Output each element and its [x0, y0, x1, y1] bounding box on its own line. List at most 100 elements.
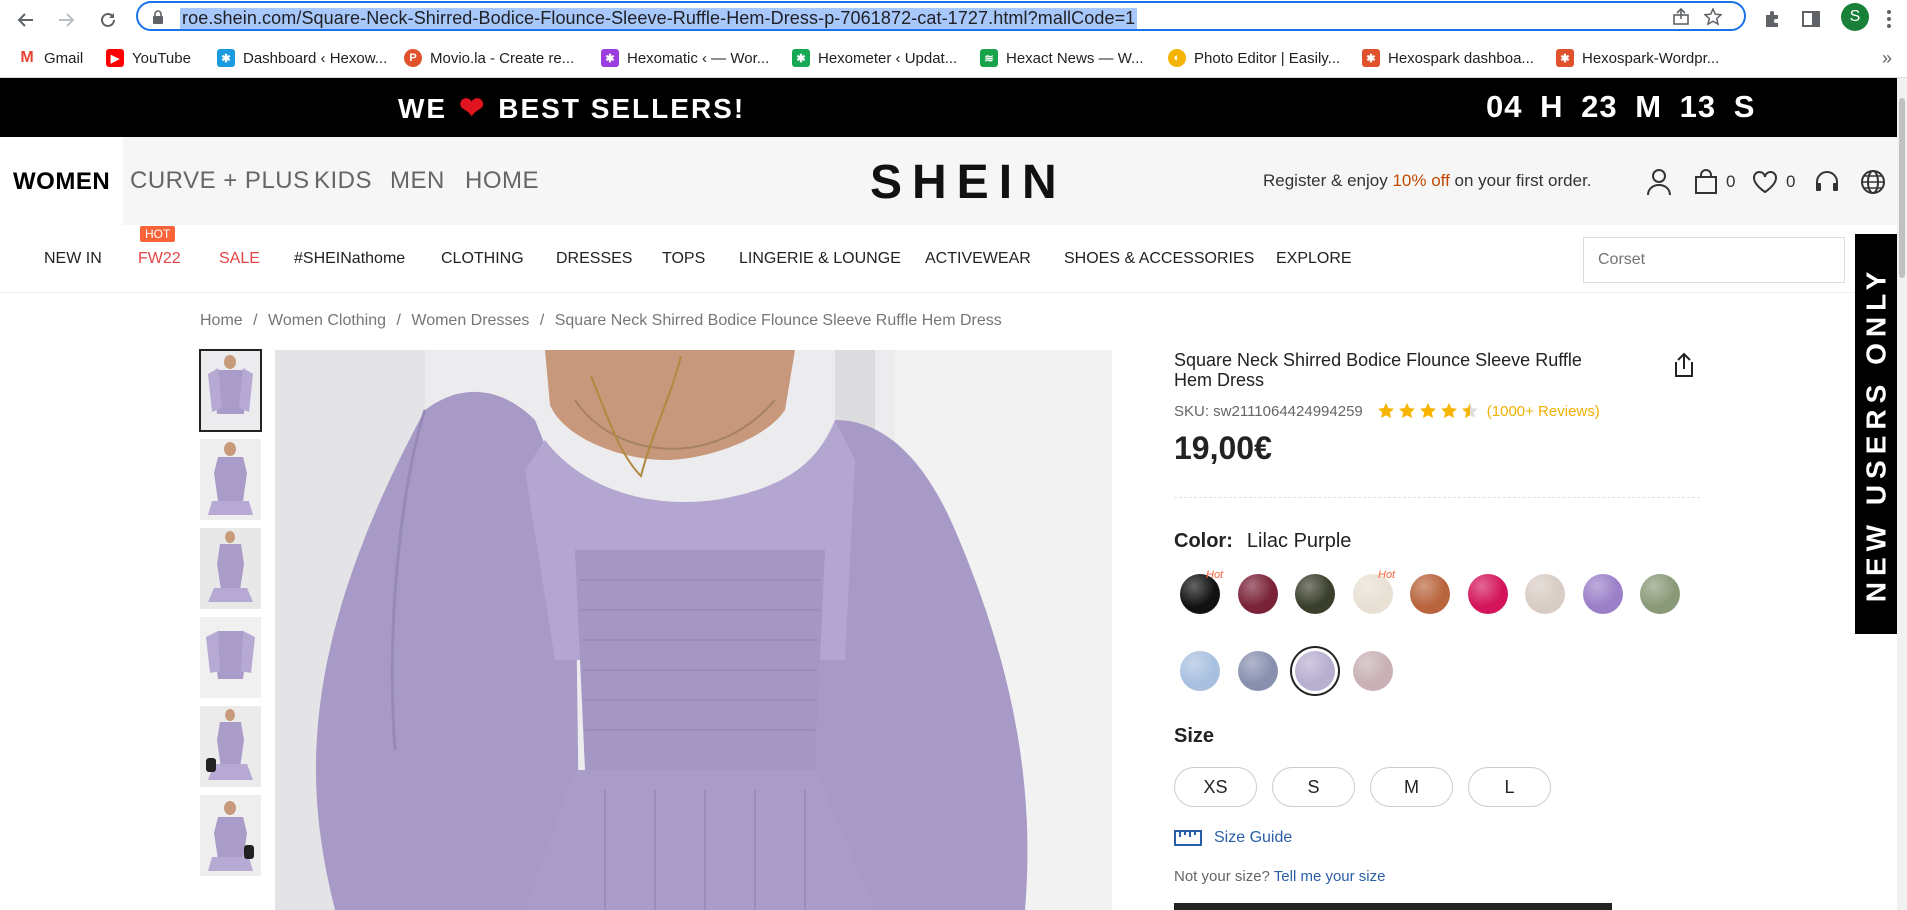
category-curve-plus[interactable]: CURVE + PLUS [130, 167, 310, 195]
thumbnail-4[interactable] [200, 617, 261, 698]
headset-icon[interactable] [1814, 167, 1840, 197]
page-scrollbar[interactable] [1897, 78, 1907, 910]
bookmark-hexomatic[interactable]: ✱ Hexomatic ‹ — Wor... [601, 46, 769, 70]
register-pre: Register & enjoy [1263, 171, 1393, 190]
color-swatch[interactable] [1180, 651, 1220, 691]
crumb-home[interactable]: Home [200, 312, 243, 329]
nav-sale[interactable]: SALE [219, 250, 260, 268]
nav-clothing[interactable]: CLOTHING [441, 250, 524, 268]
nav-tops[interactable]: TOPS [662, 250, 705, 268]
add-to-bag-button[interactable] [1174, 903, 1612, 910]
bookmark-youtube[interactable]: ▶ YouTube [106, 46, 191, 70]
bookmark-movio[interactable]: P Movio.la - Create re... [404, 46, 574, 70]
crumb-separator: / [396, 312, 401, 329]
crumb-women-clothing[interactable]: Women Clothing [268, 312, 386, 329]
size-s-button[interactable]: S [1272, 767, 1355, 807]
forward-icon[interactable] [52, 6, 80, 34]
size-m-button[interactable]: M [1370, 767, 1453, 807]
nav-dresses[interactable]: DRESSES [556, 250, 632, 268]
nav-shoes-accessories[interactable]: SHOES & ACCESSORIES [1064, 250, 1254, 268]
share-icon[interactable] [1672, 352, 1696, 378]
color-swatch[interactable] [1237, 574, 1278, 614]
bookmark-hexact[interactable]: ≋ Hexact News — W... [980, 46, 1144, 70]
product-title: Square Neck Shirred Bodice Flounce Sleev… [1174, 350, 1582, 390]
shein-logo[interactable]: SHEIN [870, 155, 1067, 210]
crumb-women-dresses[interactable]: Women Dresses [411, 312, 529, 329]
account-icon[interactable] [1646, 167, 1672, 197]
color-swatch[interactable] [1352, 651, 1393, 691]
swatch-hot-badge: Hot [1206, 569, 1224, 581]
color-swatch[interactable] [1582, 574, 1623, 614]
share-page-icon[interactable] [1672, 8, 1690, 26]
nav-lingerie-lounge[interactable]: LINGERIE & LOUNGE [739, 250, 901, 268]
register-promo[interactable]: Register & enjoy 10% off on your first o… [1263, 171, 1592, 191]
color-swatch[interactable] [1640, 574, 1680, 614]
rating-stars [1377, 402, 1479, 420]
color-swatch[interactable] [1410, 574, 1450, 614]
bookmark-hexospark-wp[interactable]: ✱ Hexospark-Wordpr... [1556, 46, 1719, 70]
thumbnail-3[interactable] [200, 528, 261, 609]
bookmark-gmail[interactable]: M Gmail [18, 46, 83, 70]
main-product-image[interactable] [275, 350, 1112, 910]
cart-count: 0 [1726, 172, 1736, 191]
nav-explore[interactable]: EXPLORE [1276, 250, 1352, 268]
profile-avatar[interactable]: S [1841, 3, 1869, 31]
back-icon[interactable] [12, 6, 40, 34]
color-swatch[interactable] [1295, 651, 1335, 691]
category-home[interactable]: HOME [465, 167, 539, 195]
extensions-icon[interactable] [1760, 6, 1786, 32]
nav-fw22[interactable]: FW22 [138, 250, 181, 268]
cart-button[interactable]: 0 [1694, 167, 1735, 197]
hot-badge: HOT [140, 226, 176, 242]
bookmark-hexometer[interactable]: ✱ Hexometer ‹ Updat... [792, 46, 957, 70]
search-box [1583, 237, 1845, 283]
size-l-button[interactable]: L [1468, 767, 1551, 807]
promo-we: WE [398, 92, 448, 124]
bookmark-star-icon[interactable] [1704, 8, 1722, 26]
bookmark-photo-editor[interactable]: ◐ Photo Editor | Easily... [1168, 46, 1340, 70]
reload-icon[interactable] [94, 6, 122, 34]
crumb-separator: / [253, 312, 258, 329]
heart-outline-icon [1753, 171, 1777, 194]
nav-sheinathome[interactable]: #SHEINathome [294, 250, 405, 268]
bookmark-hexowatch[interactable]: ✱ Dashboard ‹ Hexow... [217, 46, 387, 70]
nav-activewear[interactable]: ACTIVEWEAR [925, 250, 1031, 268]
hexometer-icon: ✱ [792, 49, 810, 67]
thumbnail-6[interactable] [200, 795, 261, 876]
category-men[interactable]: MEN [390, 167, 445, 195]
new-users-banner[interactable]: NEW USERS ONLY [1855, 234, 1897, 634]
address-bar[interactable]: roe.shein.com/Square-Neck-Shirred-Bodice… [136, 1, 1746, 31]
search-input[interactable] [1584, 238, 1844, 282]
reviews-link[interactable]: (1000+ Reviews) [1487, 403, 1600, 420]
star-icon [1419, 403, 1436, 418]
thumbnail-5[interactable] [200, 706, 261, 787]
promo-banner[interactable]: WE ❤ BEST SELLERS! 04 H 23 M 13 S [0, 78, 1897, 137]
sku-text: SKU: sw2111064424994259 [1174, 402, 1363, 420]
crumb-separator: / [539, 312, 545, 329]
color-swatch[interactable] [1525, 574, 1565, 614]
bookmarks-overflow-icon[interactable]: » [1882, 46, 1892, 70]
category-kids[interactable]: KIDS [314, 167, 372, 195]
category-women[interactable]: WOMEN [0, 137, 124, 225]
menu-kebab-icon[interactable] [1876, 6, 1902, 32]
tell-me-size-link[interactable]: Tell me your size [1274, 868, 1386, 885]
not-your-size: Not your size? Tell me your size [1174, 868, 1385, 885]
lock-icon [153, 10, 163, 24]
size-guide-label: Size Guide [1214, 829, 1293, 846]
color-swatch[interactable] [1237, 651, 1278, 691]
hexospark-icon: ✱ [1362, 49, 1380, 67]
globe-icon[interactable] [1860, 167, 1886, 197]
thumbnail-2[interactable] [200, 439, 261, 520]
crumb-current: Square Neck Shirred Bodice Flounce Sleev… [554, 312, 1002, 329]
color-swatch[interactable] [1295, 574, 1335, 614]
heart-icon: ❤ [459, 92, 487, 125]
size-guide-link[interactable]: Size Guide [1174, 829, 1292, 847]
bookmark-hexospark[interactable]: ✱ Hexospark dashboa... [1362, 46, 1534, 70]
color-swatch[interactable] [1467, 574, 1508, 614]
scrollbar-thumb[interactable] [1899, 98, 1905, 278]
nav-new-in[interactable]: NEW IN [44, 250, 102, 268]
wishlist-button[interactable]: 0 [1752, 167, 1795, 197]
size-xs-button[interactable]: XS [1174, 767, 1257, 807]
thumbnail-1[interactable] [199, 349, 262, 432]
side-panel-icon[interactable] [1798, 6, 1824, 32]
